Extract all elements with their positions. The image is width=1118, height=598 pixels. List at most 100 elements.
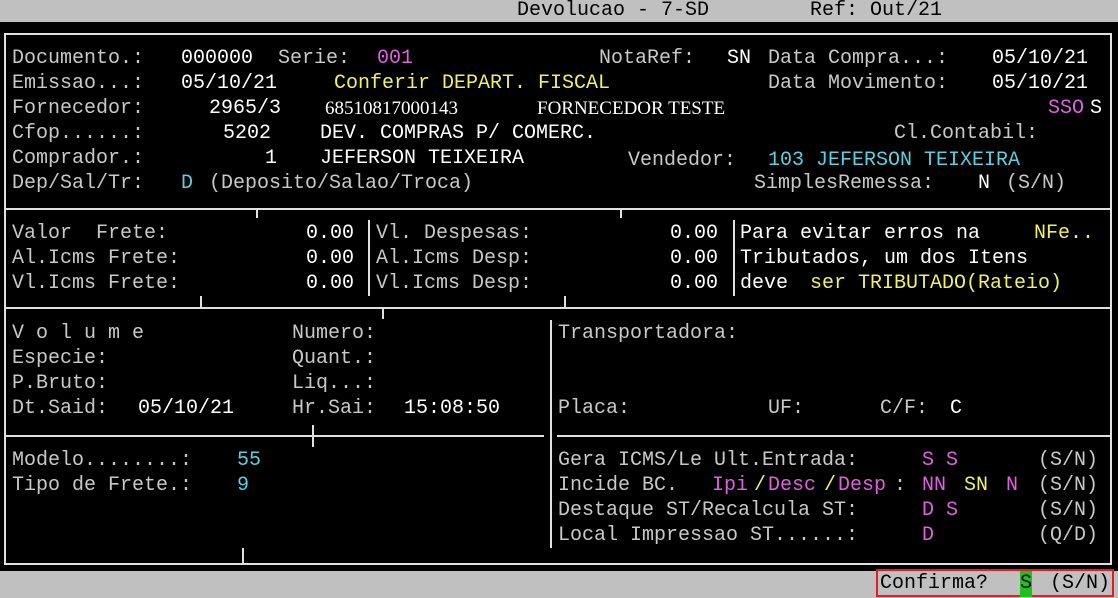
notaref-field[interactable]: SN bbox=[727, 46, 751, 71]
transportadora-label: Transportadora: bbox=[558, 322, 739, 345]
modelo-field[interactable]: 55 bbox=[237, 448, 261, 473]
vline-volume bbox=[550, 320, 552, 548]
volume-label: V o l u m e bbox=[12, 322, 145, 345]
data-compra-field[interactable]: 05/10/21 bbox=[992, 46, 1088, 71]
confirm-input[interactable]: S bbox=[1020, 571, 1033, 597]
placa-label: Placa: bbox=[558, 397, 631, 420]
warning-line-3: deve bbox=[740, 272, 801, 295]
tick-5 bbox=[382, 309, 384, 319]
uf-label: UF: bbox=[768, 397, 805, 420]
cl-contabil-label: Cl.Contabil: bbox=[894, 122, 1039, 145]
title-bar: Devolucao - 7-SD Ref: Out/21 bbox=[0, 0, 1118, 22]
serie-field[interactable]: 001 bbox=[377, 46, 413, 71]
confirm-label: Confirma? bbox=[880, 572, 989, 595]
gera-icms-field[interactable]: S S bbox=[922, 448, 958, 473]
comprador-code-field[interactable]: 1 bbox=[265, 146, 277, 171]
cf-field[interactable]: C bbox=[950, 396, 962, 421]
incide-ipi-label: Ipi bbox=[712, 474, 749, 497]
al-icms-desp-field[interactable]: 0.00 bbox=[670, 246, 718, 271]
incide-desp-label: Desp bbox=[838, 474, 887, 497]
divider-3 bbox=[4, 435, 544, 437]
incide-slash-1: / bbox=[754, 474, 767, 497]
incide-desp-field[interactable]: N bbox=[1006, 473, 1018, 498]
warning-line-2: Tributados, um dos Itens bbox=[740, 247, 1029, 270]
frame-top bbox=[4, 33, 1112, 35]
tick-4 bbox=[564, 296, 566, 307]
vl-icms-frete-field[interactable]: 0.00 bbox=[306, 271, 354, 296]
frame-left bbox=[4, 33, 6, 565]
notaref-label: NotaRef: bbox=[599, 47, 696, 70]
gera-icms-options: (S/N) bbox=[1038, 449, 1099, 472]
dt-saida-field[interactable]: 05/10/21 bbox=[138, 396, 234, 421]
simples-remessa-label: SimplesRemessa: bbox=[754, 172, 935, 195]
confirm-prompt[interactable]: Confirma? S (S/N) bbox=[876, 569, 1114, 597]
especie-label: Especie: bbox=[12, 347, 109, 370]
vline-valores-2 bbox=[733, 220, 735, 296]
local-impressao-label: Local Impressao ST......: bbox=[558, 524, 859, 547]
data-movimento-field[interactable]: 05/10/21 bbox=[992, 71, 1088, 96]
local-impressao-options: (Q/D) bbox=[1038, 524, 1099, 547]
vl-icms-desp-field[interactable]: 0.00 bbox=[670, 271, 718, 296]
confirm-options: (S/N) bbox=[1050, 572, 1111, 595]
destaque-st-field[interactable]: D S bbox=[922, 498, 958, 523]
vendedor-label: Vendedor: bbox=[628, 149, 737, 172]
documento-field[interactable]: 000000 bbox=[181, 46, 253, 71]
divider-4 bbox=[557, 435, 1110, 437]
window-title: Devolucao - 7-SD bbox=[517, 0, 710, 22]
tick-6 bbox=[312, 425, 314, 447]
incide-desc-field[interactable]: SN bbox=[964, 473, 988, 498]
vl-icms-desp-label: Vl.Icms Desp: bbox=[376, 272, 533, 295]
emissao-field[interactable]: 05/10/21 bbox=[181, 71, 277, 96]
dt-saida-label: Dt.Said: bbox=[12, 397, 109, 420]
destaque-st-options: (S/N) bbox=[1038, 499, 1099, 522]
warning-tributado: ser TRIBUTADO(Rateio) bbox=[810, 272, 1063, 295]
tick-3 bbox=[200, 296, 202, 307]
vl-despesas-label: Vl. Despesas: bbox=[376, 222, 533, 245]
fornecedor-name: FORNECEDOR TESTE bbox=[537, 98, 726, 119]
tick-2 bbox=[620, 208, 622, 218]
fornecedor-cnpj: 68510817000143 bbox=[325, 98, 458, 119]
simples-remessa-field[interactable]: N bbox=[978, 171, 990, 196]
numero-label: Numero: bbox=[292, 322, 377, 345]
tipo-frete-field[interactable]: 9 bbox=[237, 473, 249, 498]
dep-sal-tr-field[interactable]: D bbox=[181, 171, 193, 196]
valor-frete-label: Valor Frete: bbox=[12, 222, 169, 245]
quant-label: Quant.: bbox=[292, 347, 377, 370]
peso-liquido-label: Liq...: bbox=[292, 372, 377, 395]
ssos-flag-last: S bbox=[1090, 97, 1103, 120]
hr-saida-label: Hr.Sai: bbox=[292, 397, 377, 420]
fornecedor-code-field[interactable]: 2965/3 bbox=[209, 96, 281, 121]
dep-sal-tr-options: (Deposito/Salao/Troca) bbox=[209, 172, 474, 195]
al-icms-frete-label: Al.Icms Frete: bbox=[12, 247, 181, 270]
local-impressao-field[interactable]: D bbox=[922, 523, 934, 548]
hr-saida-field[interactable]: 15:08:50 bbox=[404, 396, 500, 421]
incide-options: (S/N) bbox=[1038, 474, 1099, 497]
al-icms-frete-field[interactable]: 0.00 bbox=[306, 246, 354, 271]
dep-sal-tr-label: Dep/Sal/Tr: bbox=[12, 172, 145, 195]
reference-period: Ref: Out/21 bbox=[810, 0, 943, 22]
vl-despesas-field[interactable]: 0.00 bbox=[670, 221, 718, 246]
cfop-field[interactable]: 5202 bbox=[223, 121, 271, 146]
incide-ipi-field[interactable]: NN bbox=[922, 473, 946, 498]
fornecedor-label: Fornecedor: bbox=[12, 97, 145, 120]
data-movimento-label: Data Movimento: bbox=[768, 72, 949, 95]
vline-valores-1 bbox=[368, 220, 370, 296]
frame-bottom bbox=[4, 563, 1112, 565]
tick-1 bbox=[256, 208, 258, 218]
vendedor-field[interactable]: 103 JEFERSON TEIXEIRA bbox=[768, 148, 1020, 173]
incide-desc-label: Desc bbox=[768, 474, 817, 497]
modelo-label: Modelo........: bbox=[12, 449, 193, 472]
valor-frete-field[interactable]: 0.00 bbox=[306, 221, 354, 246]
divider-1 bbox=[4, 208, 1112, 210]
al-icms-desp-label: Al.Icms Desp: bbox=[376, 247, 533, 270]
data-compra-label: Data Compra...: bbox=[768, 47, 949, 70]
ssos-flags: SSO bbox=[1048, 97, 1085, 120]
warning-nfe: NFe.. bbox=[1034, 222, 1095, 245]
frame-right bbox=[1110, 33, 1112, 565]
destaque-st-label: Destaque ST/Recalcula ST: bbox=[558, 499, 859, 522]
gera-icms-label: Gera ICMS/Le Ult.Entrada: bbox=[558, 449, 859, 472]
vl-icms-frete-label: Vl.Icms Frete: bbox=[12, 272, 181, 295]
peso-bruto-label: P.Bruto: bbox=[12, 372, 109, 395]
cf-label: C/F: bbox=[880, 397, 929, 420]
tipo-frete-label: Tipo de Frete.: bbox=[12, 474, 193, 497]
